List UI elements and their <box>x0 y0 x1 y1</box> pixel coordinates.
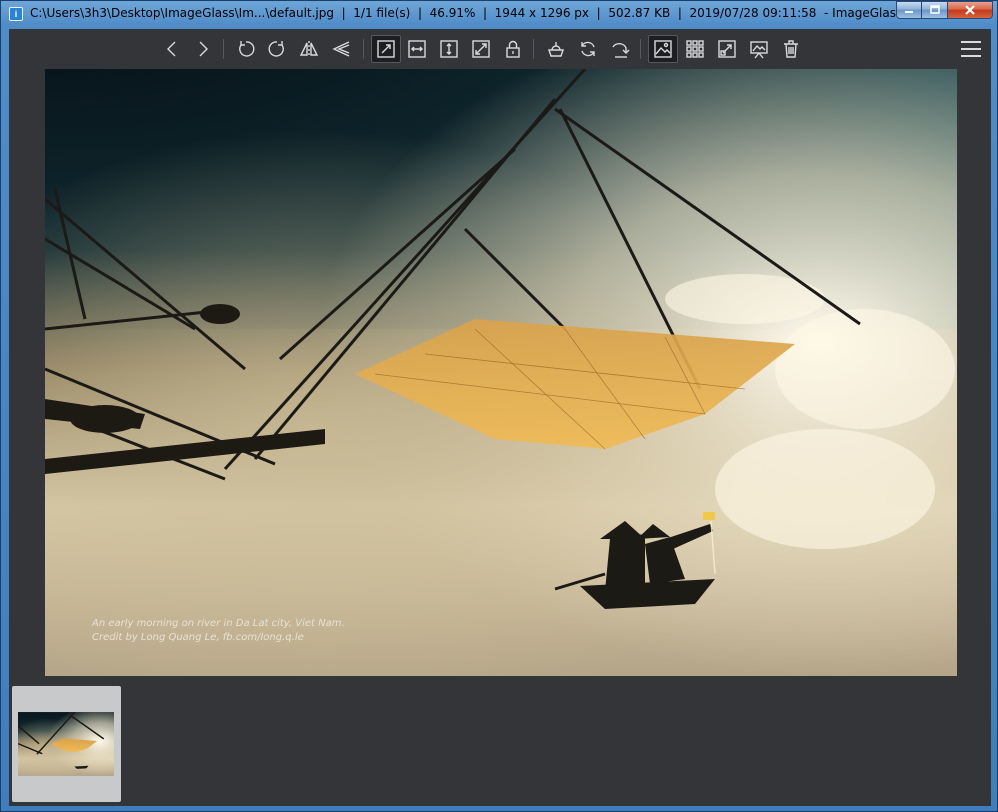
thumbnail-bar <box>9 682 991 806</box>
main-menu-button[interactable] <box>959 38 983 60</box>
rotate-right-icon <box>268 41 284 57</box>
toolbar-separator <box>223 39 224 59</box>
auto-zoom-button[interactable] <box>371 35 401 63</box>
minimize-button[interactable] <box>896 1 922 19</box>
thumbnail-item-selected[interactable] <box>12 686 121 802</box>
close-icon <box>965 5 975 15</box>
hamburger-menu-icon <box>961 41 981 43</box>
rotate-right-button[interactable] <box>264 36 290 62</box>
thumbnail-image <box>18 712 114 776</box>
refresh-icon <box>581 41 595 57</box>
maximize-icon <box>929 5 940 14</box>
scale-to-height-button[interactable] <box>436 36 462 62</box>
lock-icon <box>506 40 520 58</box>
caption-line-1: An early morning on river in Da Lat city… <box>92 618 345 629</box>
gallery-grid-button[interactable] <box>682 36 708 62</box>
scale-to-fit-button[interactable] <box>468 36 494 62</box>
flip-horizontal-button[interactable] <box>296 36 322 62</box>
main-image <box>45 69 957 676</box>
thumbnail-bar-button[interactable] <box>648 35 678 63</box>
close-button[interactable] <box>948 1 993 19</box>
slideshow-icon <box>750 41 768 59</box>
scale-fit-icon <box>472 40 490 58</box>
previous-image-button[interactable] <box>159 36 185 62</box>
toolbar-separator <box>363 39 364 59</box>
window-controls <box>896 1 993 19</box>
grid-icon <box>686 40 704 58</box>
slideshow-button[interactable] <box>746 36 772 62</box>
flip-vertical-icon <box>332 41 350 57</box>
go-to-image-button[interactable] <box>607 36 633 62</box>
scale-width-icon <box>408 40 426 58</box>
imageglass-app-icon[interactable]: i <box>9 7 23 21</box>
title-bar[interactable]: i C:\Users\3h3\Desktop\ImageGlass\Im...\… <box>1 1 998 27</box>
toolbar-separator <box>640 39 641 59</box>
caption-line-2: Credit by Long Quang Le, fb.com/long.q.l… <box>92 632 304 643</box>
lock-zoom-button[interactable] <box>500 36 526 62</box>
flip-vertical-button[interactable] <box>328 36 354 62</box>
scale-to-width-button[interactable] <box>404 36 430 62</box>
open-with-button[interactable] <box>543 36 569 62</box>
window-frame: i C:\Users\3h3\Desktop\ImageGlass\Im...\… <box>0 0 998 812</box>
scale-height-icon <box>440 40 458 58</box>
trash-icon <box>784 40 798 58</box>
next-image-button[interactable] <box>190 36 216 62</box>
fullscreen-icon <box>718 40 736 58</box>
rotate-left-icon <box>239 41 255 57</box>
window-title: C:\Users\3h3\Desktop\ImageGlass\Im...\de… <box>30 6 903 20</box>
goto-icon <box>612 42 630 58</box>
open-with-icon <box>548 42 564 57</box>
flip-horizontal-icon <box>299 41 319 57</box>
image-caption: An early morning on river in Da Lat city… <box>92 617 345 645</box>
auto-zoom-icon <box>377 40 395 58</box>
maximize-button[interactable] <box>922 1 948 19</box>
rotate-left-button[interactable] <box>233 36 259 62</box>
minimize-icon <box>905 11 913 13</box>
toolbar <box>9 29 991 67</box>
refresh-button[interactable] <box>575 36 601 62</box>
image-viewer[interactable]: An early morning on river in Da Lat city… <box>45 69 957 676</box>
delete-button[interactable] <box>778 36 804 62</box>
chevron-left-icon <box>167 41 176 57</box>
fullscreen-button[interactable] <box>714 36 740 62</box>
toolbar-separator <box>533 39 534 59</box>
client-area: An early morning on river in Da Lat city… <box>9 29 991 806</box>
chevron-right-icon <box>199 41 208 57</box>
thumbnail-icon <box>654 40 672 58</box>
